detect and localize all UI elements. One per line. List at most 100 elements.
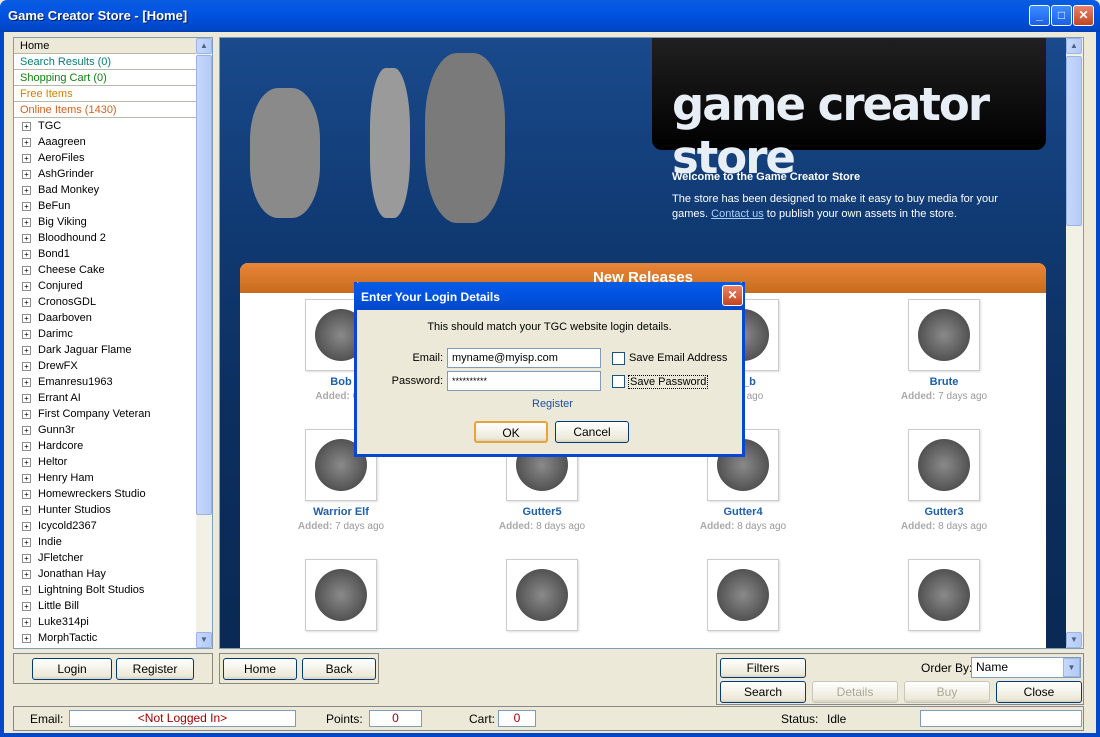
release-item[interactable]: [869, 559, 1019, 631]
tree-item[interactable]: + Aaagreen: [14, 134, 212, 150]
tree-item[interactable]: + DrewFX: [14, 358, 212, 374]
email-input[interactable]: myname@myisp.com: [447, 348, 601, 368]
search-button[interactable]: Search: [720, 681, 806, 703]
expand-icon[interactable]: +: [22, 297, 31, 307]
close-window-button[interactable]: ✕: [1073, 5, 1094, 26]
expand-icon[interactable]: +: [22, 569, 31, 579]
tree-item[interactable]: + AshGrinder: [14, 166, 212, 182]
release-item[interactable]: [467, 559, 617, 631]
expand-icon[interactable]: +: [22, 201, 31, 211]
contact-us-link[interactable]: Contact us: [711, 208, 764, 220]
filters-button[interactable]: Filters: [720, 658, 806, 678]
tree-item[interactable]: + Bad Monkey: [14, 182, 212, 198]
item-name[interactable]: Brute: [869, 376, 1019, 388]
tree-item[interactable]: + Cheese Cake: [14, 262, 212, 278]
tree-item[interactable]: + Luke314pi: [14, 614, 212, 630]
expand-icon[interactable]: +: [22, 265, 31, 275]
tree-item[interactable]: + Dark Jaguar Flame: [14, 342, 212, 358]
expand-icon[interactable]: +: [22, 409, 31, 419]
item-name[interactable]: Gutter5: [467, 506, 617, 518]
release-item[interactable]: [266, 559, 416, 631]
expand-icon[interactable]: +: [22, 473, 31, 483]
chevron-down-icon[interactable]: ▼: [1063, 658, 1080, 677]
tree-item[interactable]: + MorphTactic: [14, 630, 212, 646]
expand-icon[interactable]: +: [22, 153, 31, 163]
login-button[interactable]: Login: [32, 658, 112, 680]
expand-icon[interactable]: +: [22, 233, 31, 243]
password-input[interactable]: **********: [447, 371, 601, 391]
close-button[interactable]: Close: [996, 681, 1082, 703]
expand-icon[interactable]: +: [22, 505, 31, 515]
content-scrollbar[interactable]: ▲ ▼: [1066, 38, 1083, 648]
scroll-down-icon[interactable]: ▼: [196, 632, 212, 648]
nav-item[interactable]: Online Items (1430): [14, 102, 212, 118]
expand-icon[interactable]: +: [22, 121, 31, 131]
expand-icon[interactable]: +: [22, 521, 31, 531]
nav-item[interactable]: Shopping Cart (0): [14, 70, 212, 86]
item-thumbnail[interactable]: [908, 559, 980, 631]
expand-icon[interactable]: +: [22, 585, 31, 595]
save-email-checkbox[interactable]: [612, 352, 625, 365]
tree-item[interactable]: + Icycold2367: [14, 518, 212, 534]
buy-button[interactable]: Buy: [904, 681, 990, 703]
tree-item[interactable]: + Lightning Bolt Studios: [14, 582, 212, 598]
tree-scrollbar[interactable]: ▲ ▼: [196, 38, 212, 648]
tree-item[interactable]: + Daarboven: [14, 310, 212, 326]
expand-icon[interactable]: +: [22, 281, 31, 291]
tree-item[interactable]: + Gunn3r: [14, 422, 212, 438]
ok-button[interactable]: OK: [474, 421, 548, 443]
tree-item[interactable]: + Homewreckers Studio: [14, 486, 212, 502]
tree-item[interactable]: + Errant AI: [14, 390, 212, 406]
minimize-button[interactable]: _: [1029, 5, 1050, 26]
expand-icon[interactable]: +: [22, 361, 31, 371]
item-name[interactable]: Warrior Elf: [266, 506, 416, 518]
tree-item[interactable]: + Conjured: [14, 278, 212, 294]
expand-icon[interactable]: +: [22, 169, 31, 179]
order-by-select[interactable]: Name ▼: [971, 657, 1081, 678]
release-item[interactable]: [668, 559, 818, 631]
expand-icon[interactable]: +: [22, 329, 31, 339]
item-thumbnail[interactable]: [707, 559, 779, 631]
expand-icon[interactable]: +: [22, 617, 31, 627]
scroll-thumb[interactable]: [196, 55, 212, 515]
details-button[interactable]: Details: [812, 681, 898, 703]
scroll-up-icon[interactable]: ▲: [1066, 38, 1082, 54]
back-button[interactable]: Back: [302, 658, 376, 680]
expand-icon[interactable]: +: [22, 457, 31, 467]
expand-icon[interactable]: +: [22, 345, 31, 355]
tree-item[interactable]: + BeFun: [14, 198, 212, 214]
tree-item[interactable]: + TGC: [14, 118, 212, 134]
expand-icon[interactable]: +: [22, 249, 31, 259]
tree-item[interactable]: + Heltor: [14, 454, 212, 470]
register-link[interactable]: Register: [532, 398, 573, 410]
tree-item[interactable]: + AeroFiles: [14, 150, 212, 166]
expand-icon[interactable]: +: [22, 137, 31, 147]
tree-item[interactable]: + Hardcore: [14, 438, 212, 454]
scroll-down-icon[interactable]: ▼: [1066, 632, 1082, 648]
tree-item[interactable]: + Big Viking: [14, 214, 212, 230]
tree-item[interactable]: + Henry Ham: [14, 470, 212, 486]
release-item[interactable]: Gutter3 Added: 8 days ago: [869, 429, 1019, 532]
tree-item[interactable]: + Hunter Studios: [14, 502, 212, 518]
item-name[interactable]: Gutter4: [668, 506, 818, 518]
tree-item[interactable]: + First Company Veteran: [14, 406, 212, 422]
item-thumbnail[interactable]: [506, 559, 578, 631]
item-thumbnail[interactable]: [908, 429, 980, 501]
expand-icon[interactable]: +: [22, 217, 31, 227]
nav-item[interactable]: Home: [14, 38, 212, 54]
tree-item[interactable]: + Bond1: [14, 246, 212, 262]
expand-icon[interactable]: +: [22, 633, 31, 643]
tree-item[interactable]: + JFletcher: [14, 550, 212, 566]
expand-icon[interactable]: +: [22, 441, 31, 451]
nav-item[interactable]: Search Results (0): [14, 54, 212, 70]
item-name[interactable]: Gutter3: [869, 506, 1019, 518]
item-thumbnail[interactable]: [305, 559, 377, 631]
item-thumbnail[interactable]: [908, 299, 980, 371]
tree-item[interactable]: + Emanresu1963: [14, 374, 212, 390]
home-button[interactable]: Home: [223, 658, 297, 680]
tree-item[interactable]: + Bloodhound 2: [14, 230, 212, 246]
expand-icon[interactable]: +: [22, 537, 31, 547]
tree-item[interactable]: + Indie: [14, 534, 212, 550]
cancel-button[interactable]: Cancel: [555, 421, 629, 443]
release-item[interactable]: Brute Added: 7 days ago: [869, 299, 1019, 402]
